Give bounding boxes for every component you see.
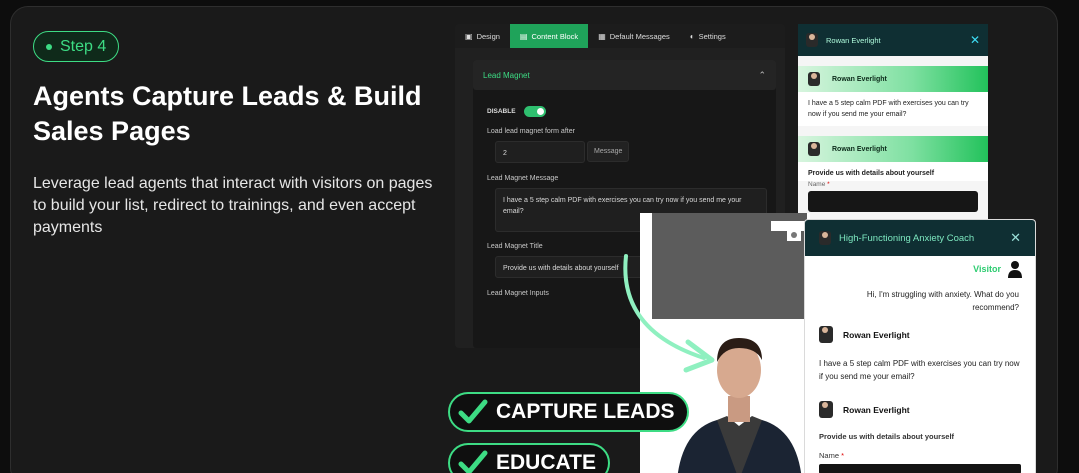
chat-widget-preview: Rowan Everlight ✕ Rowan Everlight I have… bbox=[798, 24, 988, 219]
agent-row: Rowan Everlight bbox=[805, 326, 1035, 343]
step-badge-label: Step 4 bbox=[60, 37, 107, 55]
headline: Agents Capture Leads & Build Sales Pages bbox=[33, 81, 422, 146]
disable-label: DISABLE bbox=[487, 108, 516, 115]
chevron-up-icon: ⌃ bbox=[758, 69, 766, 80]
after-suffix: Message bbox=[587, 141, 630, 162]
name-label: Name * bbox=[808, 181, 830, 188]
close-icon[interactable]: ✕ bbox=[970, 33, 980, 47]
visitor-message: Hi, I'm struggling with anxiety. What do… bbox=[866, 290, 1019, 312]
title-label: Lead Magnet Title bbox=[487, 243, 543, 250]
check-icon bbox=[458, 450, 488, 473]
name-input[interactable] bbox=[808, 191, 978, 212]
agent-strip: Rowan Everlight bbox=[798, 66, 988, 92]
capture-leads-badge: CAPTURE LEADS bbox=[448, 392, 689, 432]
agent-row: Rowan Everlight bbox=[805, 401, 1035, 418]
disable-toggle-row: DISABLE bbox=[487, 106, 546, 117]
description: Leverage lead agents that interact with … bbox=[33, 175, 433, 236]
disable-toggle[interactable] bbox=[523, 106, 546, 117]
arrow-icon bbox=[623, 254, 715, 373]
avatar bbox=[819, 326, 833, 343]
section-title: Lead Magnet bbox=[483, 70, 530, 80]
name-input[interactable] bbox=[819, 464, 1021, 473]
chat-header: High-Functioning Anxiety Coach ✕ bbox=[805, 220, 1035, 256]
person-icon bbox=[1008, 261, 1022, 278]
visitor-row: Visitor bbox=[805, 256, 1035, 278]
form-title: Provide us with details about yourself bbox=[798, 162, 988, 181]
message-label: Lead Magnet Message bbox=[487, 175, 559, 182]
avatar bbox=[808, 72, 820, 86]
after-input[interactable]: 2 bbox=[495, 141, 585, 163]
educate-badge: EDUCATE bbox=[448, 443, 610, 473]
lead-magnet-accordion[interactable]: Lead Magnet ⌃ bbox=[473, 60, 776, 90]
visitor-label: Visitor bbox=[973, 264, 1001, 274]
avatar bbox=[808, 142, 820, 156]
agent-message: I have a 5 step calm PDF with exercises … bbox=[798, 92, 988, 126]
inputs-label: Lead Magnet Inputs bbox=[487, 290, 549, 297]
agent-message: I have a 5 step calm PDF with exercises … bbox=[819, 359, 1020, 381]
tab-content-block[interactable]: ▤ Content Block bbox=[509, 24, 589, 48]
avatar bbox=[819, 401, 833, 418]
agent-strip: Rowan Everlight bbox=[798, 136, 988, 162]
tab-design[interactable]: ▣ Design bbox=[455, 24, 510, 48]
builder-tabs: ▣ Design ▤ Content Block ▦ Default Messa… bbox=[455, 24, 785, 48]
tab-settings[interactable]: ◐ Settings bbox=[680, 24, 736, 48]
message-icon: ▦ bbox=[598, 31, 606, 41]
layout-icon: ▣ bbox=[465, 31, 473, 41]
close-icon[interactable]: ✕ bbox=[1010, 230, 1021, 246]
gear-icon: ◐ bbox=[689, 31, 695, 41]
chat-title: High-Functioning Anxiety Coach bbox=[839, 232, 975, 244]
name-label: Name * bbox=[819, 451, 845, 460]
tab-default-messages[interactable]: ▦ Default Messages bbox=[588, 24, 680, 48]
block-icon: ▤ bbox=[519, 31, 528, 41]
chat-header: Rowan Everlight ✕ bbox=[798, 24, 988, 56]
agent-name: Rowan Everlight bbox=[826, 35, 881, 45]
avatar bbox=[819, 231, 831, 245]
after-label: Load lead magnet form after bbox=[487, 128, 575, 135]
step-badge: Step 4 bbox=[33, 31, 120, 62]
form-title: Provide us with details about yourself bbox=[819, 432, 955, 441]
chat-widget: High-Functioning Anxiety Coach ✕ Visitor… bbox=[805, 220, 1035, 473]
dot-icon bbox=[46, 43, 52, 50]
check-icon bbox=[458, 399, 488, 424]
avatar bbox=[806, 33, 818, 47]
